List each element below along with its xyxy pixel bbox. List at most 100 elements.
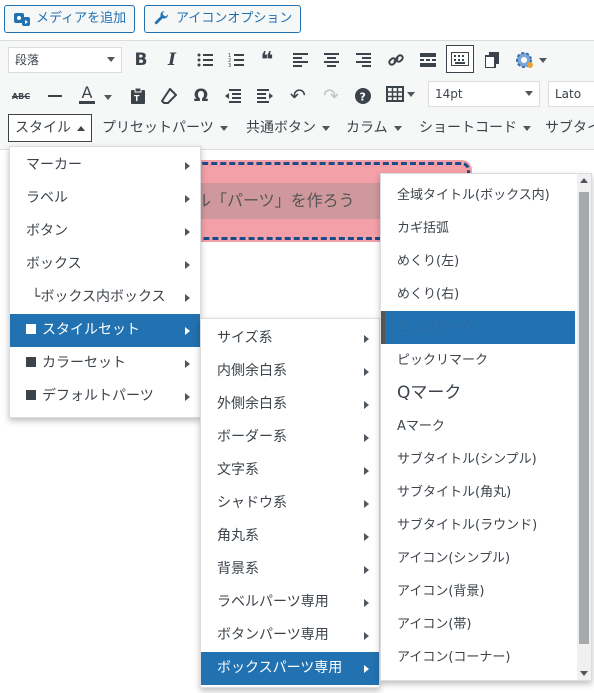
media-icon: [13, 10, 31, 28]
font-size-select[interactable]: 14pt: [428, 81, 540, 107]
font-family-select[interactable]: Lato: [548, 81, 594, 107]
bold-button[interactable]: B: [128, 47, 154, 73]
menu-item-style-set[interactable]: スタイルセット: [10, 314, 200, 347]
menu-item-box[interactable]: ボックス: [10, 248, 200, 281]
box-part-item[interactable]: カギ括弧: [381, 212, 575, 245]
paste-text-icon[interactable]: T: [125, 83, 151, 109]
settings-gear-icon[interactable]: [511, 47, 549, 73]
chevron-down-icon: [393, 125, 402, 131]
scrollbar-thumb[interactable]: [579, 192, 589, 644]
horizontal-line-icon[interactable]: [42, 83, 68, 109]
submenu-item-shadow[interactable]: シャドウ系: [201, 487, 379, 520]
align-center-icon[interactable]: [318, 47, 344, 73]
format-select[interactable]: 段落: [8, 47, 122, 73]
submenu-item-text[interactable]: 文字系: [201, 454, 379, 487]
box-part-item[interactable]: 全域タイトル(ボックス内): [381, 179, 575, 212]
box-part-item[interactable]: サブタイトル(角丸): [381, 476, 575, 509]
common-button-menu-button[interactable]: 共通ボタン: [246, 114, 330, 142]
menu-item-marker[interactable]: マーカー: [10, 149, 200, 182]
submenu-item-background[interactable]: 背景系: [201, 553, 379, 586]
eraser-icon[interactable]: [156, 83, 182, 109]
box-part-item[interactable]: めくり(左): [381, 245, 575, 278]
common-button-label: 共通ボタン: [246, 120, 316, 136]
box-part-item[interactable]: サブタイトル(シンプル): [381, 443, 575, 476]
box-part-item[interactable]: Qマーク: [381, 377, 575, 410]
chevron-right-icon: [364, 665, 369, 673]
box-part-item[interactable]: アイコン(帯): [381, 608, 575, 641]
square-icon: [26, 357, 36, 367]
box-part-item[interactable]: ピックリマーク: [381, 344, 575, 377]
font-family-value: Lato: [555, 87, 582, 101]
link-icon[interactable]: [383, 47, 409, 73]
chevron-down-icon: [322, 125, 330, 131]
box-part-item[interactable]: アイコン(コーナー): [381, 641, 575, 674]
chevron-up-icon: [77, 125, 85, 131]
icon-options-label: アイコンオプション: [176, 11, 293, 26]
chevron-right-icon: [364, 401, 369, 409]
align-left-icon[interactable]: [287, 47, 313, 73]
submenu-item-border[interactable]: ボーダー系: [201, 421, 379, 454]
preset-parts-menu-button[interactable]: プリセットパーツ: [102, 114, 228, 142]
box-part-item[interactable]: アイコン(シンプル): [381, 542, 575, 575]
box-part-item[interactable]: めくり(右): [381, 278, 575, 311]
chevron-right-icon: [364, 467, 369, 475]
toolbar-toggle-icon[interactable]: [446, 45, 474, 73]
chevron-down-icon: [219, 125, 228, 131]
scroll-down-icon[interactable]: [580, 671, 588, 676]
font-size-value: 14pt: [435, 87, 463, 101]
indent-icon[interactable]: [252, 83, 278, 109]
menu-item-button[interactable]: ボタン: [10, 215, 200, 248]
wrench-icon: [153, 10, 171, 28]
submenu-item-radius[interactable]: 角丸系: [201, 520, 379, 553]
scroll-up-icon[interactable]: [580, 178, 588, 183]
icon-options-button[interactable]: アイコンオプション: [144, 5, 302, 33]
strikethrough-icon[interactable]: ABC: [8, 83, 34, 109]
submenu-item-box-parts[interactable]: ボックスパーツ専用: [201, 652, 379, 685]
read-more-icon[interactable]: [415, 47, 441, 73]
table-icon[interactable]: [382, 81, 418, 107]
style-menu-button[interactable]: スタイル: [8, 114, 92, 142]
submenu-item-margin[interactable]: 外側余白系: [201, 388, 379, 421]
redo-icon[interactable]: ↷: [318, 83, 344, 109]
menu-item-color-set[interactable]: カラーセット: [10, 347, 200, 380]
submenu-item-label-parts[interactable]: ラベルパーツ専用: [201, 586, 379, 619]
box-part-item-selected[interactable]: ピックマーク: [381, 311, 575, 344]
menu-item-label[interactable]: ラベル: [10, 182, 200, 215]
column-label: カラム: [346, 120, 388, 136]
submenu-item-size[interactable]: サイズ系: [201, 322, 379, 355]
submenu-item-padding[interactable]: 内側余白系: [201, 355, 379, 388]
preset-parts-label: プリセットパーツ: [102, 120, 214, 136]
square-icon: [26, 390, 36, 400]
blockquote-icon[interactable]: ❝: [254, 47, 280, 73]
menu-item-label: スタイルセット: [42, 322, 140, 338]
submenu-scrollbar[interactable]: [577, 174, 591, 680]
chevron-down-icon[interactable]: [104, 95, 112, 100]
text-color-icon[interactable]: A: [74, 81, 100, 107]
menu-item-default-parts[interactable]: デフォルトパーツ: [10, 380, 200, 413]
omega-icon[interactable]: Ω: [188, 83, 214, 109]
outdent-icon[interactable]: [220, 83, 246, 109]
menu-item-label: ラベル: [26, 190, 68, 206]
box-part-item[interactable]: サブタイトル(ラウンド): [381, 509, 575, 542]
style-dropdown-menu: マーカー ラベル ボタン ボックス └ボックス内ボックス スタイルセット カラー…: [9, 146, 201, 418]
shortcode-menu-button[interactable]: ショートコード: [419, 114, 531, 142]
column-menu-button[interactable]: カラム: [346, 114, 402, 142]
italic-button[interactable]: I: [159, 47, 185, 73]
menu-item-label: 文字系: [217, 462, 259, 478]
chevron-right-icon: [185, 294, 190, 302]
numbered-list-icon[interactable]: 123: [223, 47, 249, 73]
add-media-button[interactable]: メディアを追加: [4, 5, 136, 33]
menu-item-box-in-box[interactable]: └ボックス内ボックス: [10, 281, 200, 314]
submenu-item-button-parts[interactable]: ボタンパーツ専用: [201, 619, 379, 652]
undo-icon[interactable]: ↶: [285, 83, 311, 109]
bullet-list-icon[interactable]: [192, 47, 218, 73]
help-icon[interactable]: ?: [350, 83, 376, 109]
copy-icon[interactable]: [479, 47, 505, 73]
subtitle-label: サブタイ: [545, 120, 594, 136]
box-part-item[interactable]: アイコン(背景): [381, 575, 575, 608]
menu-item-label: └ボックス内ボックス: [32, 289, 166, 305]
chevron-right-icon: [364, 500, 369, 508]
box-part-item[interactable]: Aマーク: [381, 410, 575, 443]
align-right-icon[interactable]: [350, 47, 376, 73]
subtitle-menu-button[interactable]: サブタイ: [545, 114, 594, 142]
